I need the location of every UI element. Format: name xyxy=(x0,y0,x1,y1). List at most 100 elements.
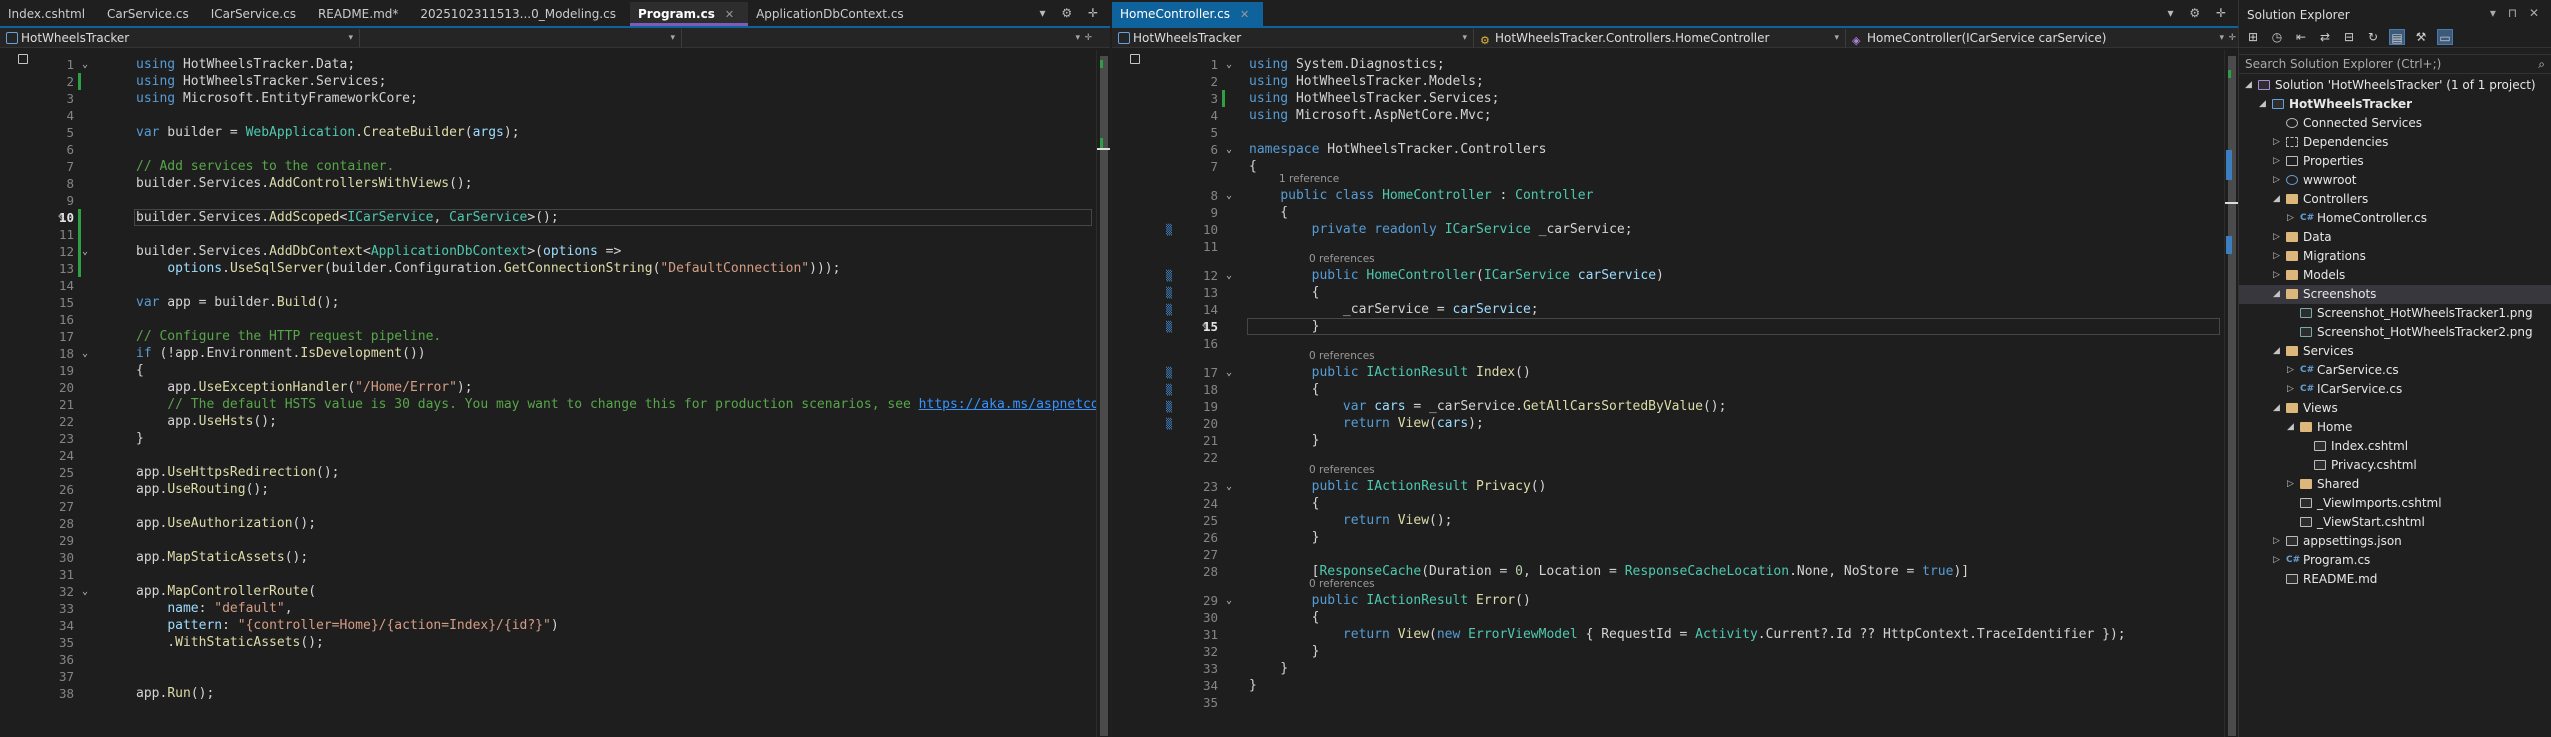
left-editor-tab[interactable]: CarService.cs xyxy=(99,2,203,26)
collapsed-arrow-icon[interactable]: ▷ xyxy=(2273,532,2280,551)
solution-tree-item[interactable]: Screenshot_HotWheelsTracker1.png xyxy=(2239,304,2551,323)
codelens-references[interactable]: 1 reference xyxy=(1279,173,1339,185)
collapse-all-icon[interactable]: ⊟ xyxy=(2341,29,2357,45)
solution-tree-item[interactable]: Screenshot_HotWheelsTracker2.png xyxy=(2239,323,2551,342)
fold-chevron-icon[interactable]: ⌄ xyxy=(82,345,88,362)
solution-tree-item[interactable]: README.md xyxy=(2239,570,2551,589)
tab-overflow-icon[interactable]: ▾ ⚙ ✛ xyxy=(2168,6,2232,20)
expanded-arrow-icon[interactable]: ◢ xyxy=(2245,76,2252,95)
solution-tree-item[interactable]: ◢ Home xyxy=(2239,418,2551,437)
collapsed-arrow-icon[interactable]: ▷ xyxy=(2287,380,2294,399)
collapsed-arrow-icon[interactable]: ▷ xyxy=(2287,209,2294,228)
split-icon[interactable]: ✛ xyxy=(2228,29,2236,47)
solution-tree-item[interactable]: ▷ C# ICarService.cs xyxy=(2239,380,2551,399)
quick-action-pencil-icon[interactable]: ✎ xyxy=(1202,318,1209,335)
solution-search-input[interactable]: Search Solution Explorer (Ctrl+;) ⌕ xyxy=(2239,54,2551,74)
fold-chevron-icon[interactable]: ⌄ xyxy=(1226,141,1232,158)
preview-icon[interactable]: ▭ xyxy=(2437,28,2453,45)
fold-chevron-icon[interactable]: ⌄ xyxy=(1226,267,1232,284)
collapsed-arrow-icon[interactable]: ▷ xyxy=(2287,361,2294,380)
history-icon[interactable]: ◷ xyxy=(2269,29,2285,45)
solution-tree-item[interactable]: Privacy.cshtml xyxy=(2239,456,2551,475)
fold-chevron-icon[interactable]: ⌄ xyxy=(82,583,88,600)
project-dropdown[interactable]: HotWheelsTracker ▾ xyxy=(0,28,360,47)
fold-chevron-icon[interactable]: ⌄ xyxy=(1226,56,1232,73)
code-cleanup-icon[interactable] xyxy=(1130,54,1140,64)
sync-icon[interactable]: ⇄ xyxy=(2317,29,2333,45)
expanded-arrow-icon[interactable]: ◢ xyxy=(2273,342,2280,361)
solution-tree-item[interactable]: ▷ Migrations xyxy=(2239,247,2551,266)
refresh-icon[interactable]: ↻ xyxy=(2365,29,2381,45)
collapsed-arrow-icon[interactable]: ▷ xyxy=(2273,171,2280,190)
settings-wrench-icon[interactable]: ⚒ xyxy=(2413,29,2429,45)
tab-overflow-icon[interactable]: ▾ ⚙ ✛ xyxy=(1040,6,1104,20)
switch-views-icon[interactable]: ⊞ xyxy=(2245,29,2261,45)
close-icon[interactable]: ✕ xyxy=(725,8,734,21)
solution-tree-item[interactable]: ◢ Controllers xyxy=(2239,190,2551,209)
left-code-editor[interactable]: 1 using HotWheelsTracker.Data; ⌄ 2 using Hot… xyxy=(0,50,1110,737)
fold-chevron-icon[interactable]: ⌄ xyxy=(1226,592,1232,609)
codelens-references[interactable]: 0 references xyxy=(1309,350,1375,362)
right-code-editor[interactable]: 1 using System.Diagnostics; ⌄ 2 using HotWhe… xyxy=(1112,50,2238,737)
left-editor-tab[interactable]: 2025102311513...0_Modeling.cs xyxy=(412,2,630,26)
expanded-arrow-icon[interactable]: ◢ xyxy=(2287,418,2294,437)
close-icon[interactable]: ✕ xyxy=(1240,8,1249,21)
scrollbar-thumb[interactable] xyxy=(1100,56,1108,736)
split-icon[interactable]: ✛ xyxy=(1084,29,1092,47)
solution-tree-item[interactable]: ◢ Solution 'HotWheelsTracker' (1 of 1 pro… xyxy=(2239,76,2551,95)
solution-tree-item[interactable]: ▷ appsettings.json xyxy=(2239,532,2551,551)
solution-tree-item[interactable]: _ViewStart.cshtml xyxy=(2239,513,2551,532)
project-dropdown[interactable]: HotWheelsTracker ▾ xyxy=(1112,28,1474,47)
back-icon[interactable]: ⇤ xyxy=(2293,29,2309,45)
expanded-arrow-icon[interactable]: ◢ xyxy=(2259,95,2266,114)
solution-tree-item[interactable]: ▷ C# Program.cs xyxy=(2239,551,2551,570)
left-vertical-scrollbar[interactable] xyxy=(1096,50,1110,737)
left-editor-tab[interactable]: README.md* xyxy=(310,2,412,26)
collapsed-arrow-icon[interactable]: ▷ xyxy=(2273,551,2280,570)
solution-tree-item[interactable]: ◢ Views xyxy=(2239,399,2551,418)
solution-tree-item[interactable]: ▷ C# CarService.cs xyxy=(2239,361,2551,380)
solution-tree-item[interactable]: ◢ Services xyxy=(2239,342,2551,361)
search-icon[interactable]: ⌕ xyxy=(2538,55,2545,73)
expanded-arrow-icon[interactable]: ◢ xyxy=(2273,399,2280,418)
solution-tree-item[interactable]: ▷ Models xyxy=(2239,266,2551,285)
solution-tree-item[interactable]: ▷ Data xyxy=(2239,228,2551,247)
solution-tree-item[interactable]: ▷ Dependencies xyxy=(2239,133,2551,152)
fold-chevron-icon[interactable]: ⌄ xyxy=(1226,187,1232,204)
fold-chevron-icon[interactable]: ⌄ xyxy=(1226,478,1232,495)
solution-tree-item[interactable]: ▷ Properties xyxy=(2239,152,2551,171)
left-editor-tab[interactable]: Index.cshtml xyxy=(0,2,99,26)
solution-tree-item[interactable]: ▷ C# HomeController.cs xyxy=(2239,209,2551,228)
fold-chevron-icon[interactable]: ⌄ xyxy=(82,56,88,73)
collapsed-arrow-icon[interactable]: ▷ xyxy=(2273,228,2280,247)
left-editor-tab[interactable]: ICarService.cs xyxy=(203,2,310,26)
expanded-arrow-icon[interactable]: ◢ xyxy=(2273,285,2280,304)
collapsed-arrow-icon[interactable]: ▷ xyxy=(2273,247,2280,266)
left-editor-tab[interactable]: ApplicationDbContext.cs xyxy=(748,2,918,26)
codelens-references[interactable]: 0 references xyxy=(1309,253,1375,265)
solution-tree-item[interactable]: ▷ Shared xyxy=(2239,475,2551,494)
type-dropdown[interactable]: ▾ xyxy=(360,28,682,47)
codelens-references[interactable]: 0 references xyxy=(1309,464,1375,476)
solution-tree-item[interactable]: Index.cshtml xyxy=(2239,437,2551,456)
collapsed-arrow-icon[interactable]: ▷ xyxy=(2273,152,2280,171)
right-editor-tab[interactable]: HomeController.cs ✕ xyxy=(1112,2,1264,26)
solution-tree-item[interactable]: ▷ wwwroot xyxy=(2239,171,2551,190)
fold-chevron-icon[interactable]: ⌄ xyxy=(82,243,88,260)
solution-tree-item[interactable]: ◢ Screenshots xyxy=(2239,285,2551,304)
show-all-files-icon[interactable]: ▤ xyxy=(2389,28,2405,45)
collapsed-arrow-icon[interactable]: ▷ xyxy=(2287,475,2294,494)
expanded-arrow-icon[interactable]: ◢ xyxy=(2273,190,2280,209)
member-dropdown[interactable]: ◈ HomeController(ICarService carService) ▾… xyxy=(1846,29,2236,47)
solution-tree-item[interactable]: ◢ HotWheelsTracker xyxy=(2239,95,2551,114)
left-editor-tab[interactable]: Program.cs ✕ xyxy=(629,2,749,26)
quick-action-pencil-icon[interactable]: ✎ xyxy=(58,209,65,226)
code-cleanup-icon[interactable] xyxy=(18,54,28,64)
collapsed-arrow-icon[interactable]: ▷ xyxy=(2273,133,2280,152)
member-dropdown[interactable]: ▾ ✛ xyxy=(682,29,1092,47)
type-dropdown[interactable]: ⚙ HotWheelsTracker.Controllers.HomeContro… xyxy=(1474,28,1846,47)
collapsed-arrow-icon[interactable]: ▷ xyxy=(2273,266,2280,285)
right-vertical-scrollbar[interactable] xyxy=(2224,50,2238,737)
fold-chevron-icon[interactable]: ⌄ xyxy=(1226,364,1232,381)
panel-options-icon[interactable]: ▾ ⊓ ✕ xyxy=(2490,6,2543,20)
